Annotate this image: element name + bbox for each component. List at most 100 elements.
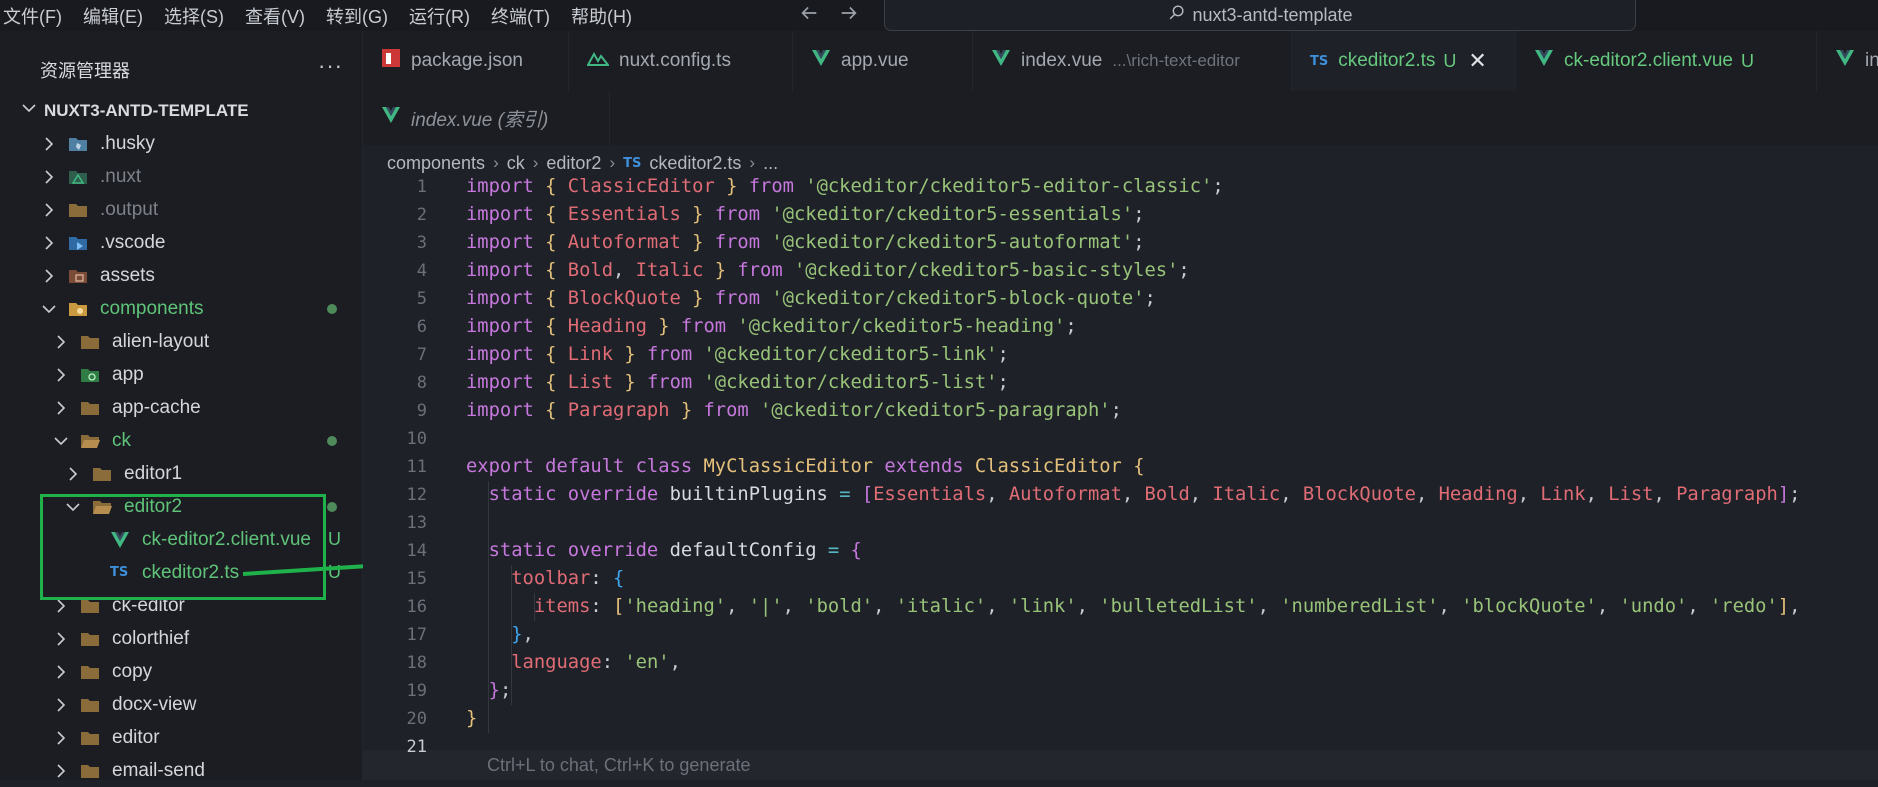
tab-app-vue[interactable]: app.vue xyxy=(793,31,973,91)
app-folder-icon xyxy=(80,366,100,384)
tree-item-colorthief[interactable]: colorthief xyxy=(0,622,362,655)
code-line[interactable]: 17 }, xyxy=(363,621,1878,649)
title-bar: 文件(F) 编辑(E) 选择(S) 查看(V) 转到(G) 运行(R) 终端(T… xyxy=(0,0,1878,31)
chevron-right-icon xyxy=(40,201,58,219)
code-line[interactable]: 2 import { Essentials } from '@ckeditor/c… xyxy=(363,201,1878,229)
code-line[interactable]: 13 xyxy=(363,509,1878,537)
tree-item-docx-view[interactable]: docx-view xyxy=(0,688,362,721)
more-actions-icon[interactable]: ··· xyxy=(318,53,343,79)
tab-package-json[interactable]: package.json xyxy=(363,31,569,91)
forward-arrow-icon[interactable] xyxy=(838,2,860,30)
code-line[interactable]: 4 import { Bold, Italic } from '@ckeditor… xyxy=(363,257,1878,285)
menu-file[interactable]: 文件(F) xyxy=(3,3,62,29)
line-number: 11 xyxy=(406,457,427,477)
line-number: 7 xyxy=(416,345,427,365)
code-text: import { List } from '@ckeditor/ckeditor… xyxy=(466,372,1009,393)
tree-item-components[interactable]: components xyxy=(0,292,362,325)
close-icon[interactable]: ✕ xyxy=(1468,48,1486,74)
tree-item-label: app xyxy=(112,363,144,385)
code-line[interactable]: 10 xyxy=(363,425,1878,453)
indent-guide xyxy=(488,481,489,733)
tree-item-nuxt[interactable]: .nuxt xyxy=(0,160,362,193)
tree-item-label: .vscode xyxy=(100,231,166,253)
assets-folder-icon xyxy=(68,267,88,285)
code-line[interactable]: 15 toolbar: { xyxy=(363,565,1878,593)
code-line[interactable]: 11 export default class MyClassicEditor e… xyxy=(363,453,1878,481)
menu-selection[interactable]: 选择(S) xyxy=(164,3,224,29)
explorer-title: 资源管理器 xyxy=(40,61,130,81)
tree-item-vscode[interactable]: .vscode xyxy=(0,226,362,259)
menu-view[interactable]: 查看(V) xyxy=(245,3,305,29)
code-editor[interactable]: 1 import { ClassicEditor } from '@ckedito… xyxy=(363,176,1878,780)
code-line[interactable]: 3 import { Autoformat } from '@ckeditor/c… xyxy=(363,229,1878,257)
annotation-highlight-box xyxy=(40,494,326,600)
husky-folder-icon xyxy=(68,135,88,153)
code-line[interactable]: 1 import { ClassicEditor } from '@ckedito… xyxy=(363,173,1878,201)
tree-item-alien-layout[interactable]: alien-layout xyxy=(0,325,362,358)
command-center-search[interactable]: nuxt3-antd-template xyxy=(884,0,1636,31)
tab-index-vue-rich-text-editor[interactable]: index.vue ...\rich-text-editor xyxy=(973,31,1292,91)
code-line[interactable]: 7 import { Link } from '@ckeditor/ckedito… xyxy=(363,341,1878,369)
breadcrumb-item[interactable]: ck xyxy=(507,153,525,174)
tree-item-ck[interactable]: ck xyxy=(0,424,362,457)
chevron-right-icon xyxy=(52,333,70,351)
code-line[interactable]: 20} xyxy=(363,705,1878,733)
tab-ckeditor2-ts[interactable]: TS ckeditor2.ts U ✕ xyxy=(1292,31,1516,91)
line-number: 19 xyxy=(406,681,427,701)
menu-go[interactable]: 转到(G) xyxy=(326,3,388,29)
breadcrumb-file[interactable]: ckeditor2.ts xyxy=(649,153,741,174)
line-number: 17 xyxy=(406,625,427,645)
tree-item-email-send[interactable]: email-send xyxy=(0,754,362,787)
explorer-sidebar: 资源管理器 ··· NUXT3-ANTD-TEMPLATE .husky .nu… xyxy=(0,31,363,781)
menu-help[interactable]: 帮助(H) xyxy=(571,3,632,29)
tree-item-editor[interactable]: editor xyxy=(0,721,362,754)
tree-item-copy[interactable]: copy xyxy=(0,655,362,688)
folder-icon xyxy=(68,201,88,219)
code-line[interactable]: 12 static override builtinPlugins = [Ess… xyxy=(363,481,1878,509)
code-text: } xyxy=(466,708,478,729)
chevron-right-icon xyxy=(64,465,82,483)
code-line[interactable]: 18 language: 'en', xyxy=(363,649,1878,677)
code-line[interactable]: 9 import { Paragraph } from '@ckeditor/ck… xyxy=(363,397,1878,425)
code-line[interactable]: 16 items: ['heading', '|', 'bold', 'ital… xyxy=(363,593,1878,621)
code-line[interactable]: 6 import { Heading } from '@ckeditor/cked… xyxy=(363,313,1878,341)
tree-item-editor1[interactable]: editor1 xyxy=(0,457,362,490)
npm-icon xyxy=(381,48,401,74)
tree-item-husky[interactable]: .husky xyxy=(0,127,362,160)
tree-item-assets[interactable]: assets xyxy=(0,259,362,292)
folder-icon xyxy=(80,663,100,681)
code-text: toolbar: { xyxy=(511,568,625,589)
menu-terminal[interactable]: 终端(T) xyxy=(491,3,550,29)
tab-label: ck-editor2.client.vue xyxy=(1564,50,1733,71)
code-line[interactable]: 8 import { List } from '@ckeditor/ckedito… xyxy=(363,369,1878,397)
folder-icon xyxy=(80,696,100,714)
code-line[interactable]: 14 static override defaultConfig = { xyxy=(363,537,1878,565)
line-number: 12 xyxy=(406,485,427,505)
code-line[interactable]: 5 import { BlockQuote } from '@ckeditor/c… xyxy=(363,285,1878,313)
modified-dot xyxy=(327,435,337,446)
tree-item-app-cache[interactable]: app-cache xyxy=(0,391,362,424)
ts-icon: TS xyxy=(1310,53,1329,69)
code-text: import { Essentials } from '@ckeditor/ck… xyxy=(466,204,1145,225)
code-text: export default class MyClassicEditor ext… xyxy=(466,456,1145,477)
breadcrumb-symbols[interactable]: ... xyxy=(763,153,778,174)
code-line[interactable]: 19 }; xyxy=(363,677,1878,705)
breadcrumb-item[interactable]: editor2 xyxy=(546,153,601,174)
tree-item-label: components xyxy=(100,297,204,319)
tab-index-vue-preview[interactable]: index.vue (索引) xyxy=(363,91,610,145)
code-text: language: 'en', xyxy=(511,652,681,673)
menu-run[interactable]: 运行(R) xyxy=(409,3,470,29)
folder-icon xyxy=(80,729,100,747)
folder-icon xyxy=(92,465,112,483)
chevron-right-icon: › xyxy=(609,153,616,172)
back-arrow-icon[interactable] xyxy=(798,2,820,30)
tab-nuxt-config[interactable]: nuxt.config.ts xyxy=(569,31,793,91)
menu-edit[interactable]: 编辑(E) xyxy=(83,3,143,29)
tree-item-output[interactable]: .output xyxy=(0,193,362,226)
tree-item-app[interactable]: app xyxy=(0,358,362,391)
project-root-row[interactable]: NUXT3-ANTD-TEMPLATE xyxy=(0,95,362,127)
tab-index-vue[interactable]: index.vu xyxy=(1817,31,1878,91)
breadcrumb-item[interactable]: components xyxy=(387,153,485,174)
tab-ck-editor2-client-vue[interactable]: ck-editor2.client.vue U xyxy=(1516,31,1817,91)
nuxt-folder-icon xyxy=(68,168,88,186)
